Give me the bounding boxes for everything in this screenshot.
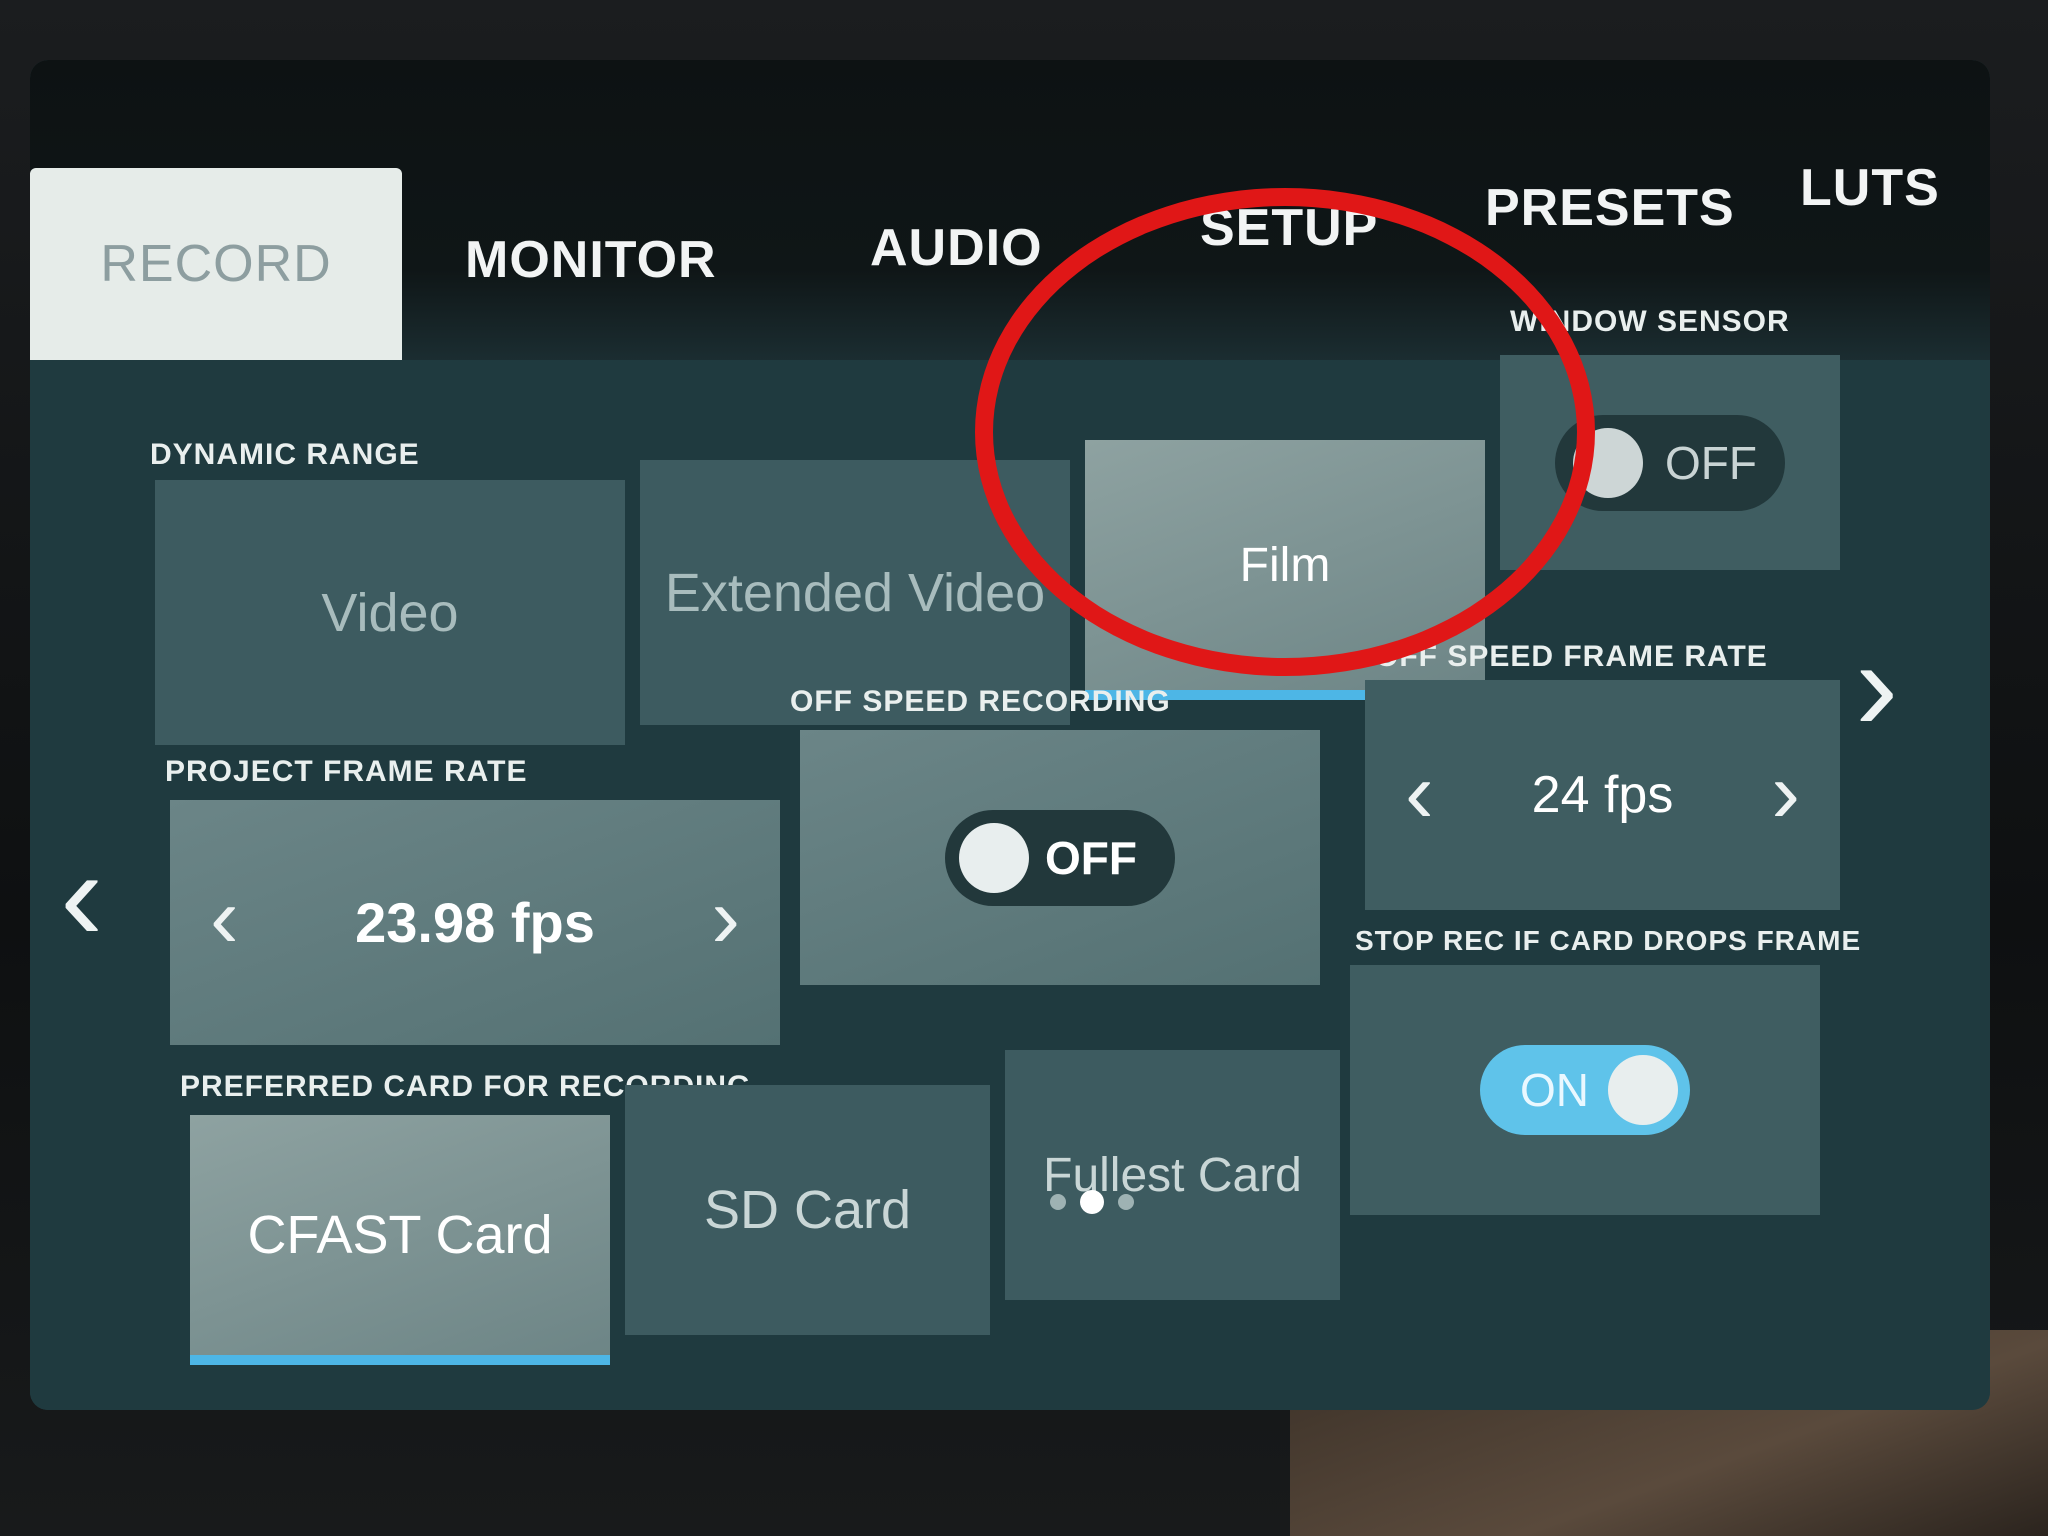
dynamic-range-extended-video-label: Extended Video [664, 562, 1046, 623]
tab-luts[interactable]: LUTS [1800, 158, 1940, 218]
tab-monitor[interactable]: MONITOR [465, 230, 717, 290]
project-frame-rate-increment-icon[interactable]: › [711, 875, 740, 961]
previous-page-icon[interactable]: ‹ [60, 830, 103, 960]
preferred-card-fullest-button[interactable]: Fullest Card [1005, 1050, 1340, 1300]
window-sensor-state: OFF [1665, 436, 1757, 489]
toggle-knob [1573, 427, 1643, 498]
preferred-card-cfast-button[interactable]: CFAST Card [190, 1115, 610, 1365]
project-frame-rate-value: 23.98 fps [355, 891, 595, 954]
page-dot [1050, 1194, 1066, 1210]
tab-luts-label: LUTS [1800, 159, 1940, 217]
stop-rec-state: ON [1520, 1064, 1589, 1116]
toggle-knob [1608, 1055, 1678, 1125]
tab-record-label: RECORD [100, 235, 332, 293]
tab-presets-label: PRESETS [1485, 179, 1735, 237]
stop-rec-label: STOP REC IF CARD DROPS FRAME [1355, 925, 1862, 956]
project-frame-rate-decrement-icon[interactable]: ‹ [210, 875, 239, 961]
preferred-card-sd-button[interactable]: SD Card [625, 1085, 990, 1335]
window-sensor-panel: OFF [1500, 355, 1840, 570]
tab-audio[interactable]: AUDIO [870, 218, 1043, 278]
off-speed-frame-rate-decrement-icon[interactable]: ‹ [1405, 750, 1434, 836]
off-speed-recording-state: OFF [1045, 831, 1137, 884]
record-settings-panel: DYNAMIC RANGE Video Extended Video Film … [30, 305, 1990, 1410]
preferred-card-sd-label: SD Card [703, 1180, 912, 1240]
window-sensor-label: WINDOW SENSOR [1510, 305, 1790, 338]
page-dot [1118, 1194, 1134, 1210]
page-dot-current [1080, 1190, 1104, 1214]
window-sensor-toggle[interactable]: OFF [1555, 414, 1785, 511]
project-frame-rate-stepper: ‹ 23.98 fps › [170, 800, 780, 1045]
tab-setup[interactable]: SETUP [1200, 198, 1378, 258]
tab-audio-label: AUDIO [870, 219, 1043, 277]
tab-monitor-label: MONITOR [465, 231, 717, 289]
dynamic-range-video-button[interactable]: Video [155, 480, 625, 745]
off-speed-frame-rate-stepper: ‹ 24 fps › [1365, 680, 1840, 910]
off-speed-recording-panel: OFF [800, 730, 1320, 985]
tab-setup-label: SETUP [1200, 199, 1379, 257]
tab-record[interactable]: RECORD [30, 168, 402, 360]
project-frame-rate-label: PROJECT FRAME RATE [165, 755, 528, 788]
dynamic-range-label: DYNAMIC RANGE [150, 438, 420, 471]
tab-presets[interactable]: PRESETS [1485, 178, 1735, 238]
dynamic-range-video-label: Video [321, 582, 459, 643]
next-page-icon[interactable]: › [1855, 620, 1898, 750]
off-speed-recording-toggle[interactable]: OFF [945, 809, 1175, 906]
toggle-knob [959, 822, 1029, 893]
dynamic-range-film-label: Film [1239, 538, 1331, 592]
off-speed-recording-label: OFF SPEED RECORDING [790, 685, 1171, 718]
preferred-card-cfast-label: CFAST Card [247, 1205, 553, 1265]
off-speed-frame-rate-increment-icon[interactable]: › [1771, 750, 1800, 836]
stop-rec-panel: ON [1350, 965, 1820, 1215]
camera-touchscreen: RECORD MONITOR AUDIO SETUP PRESETS LUTS … [30, 60, 1990, 1410]
stop-rec-toggle[interactable]: ON [1480, 1045, 1690, 1135]
page-indicator [1050, 1190, 1134, 1214]
off-speed-frame-rate-label: OFF SPEED FRAME RATE [1375, 640, 1768, 673]
off-speed-frame-rate-value: 24 fps [1531, 766, 1674, 824]
